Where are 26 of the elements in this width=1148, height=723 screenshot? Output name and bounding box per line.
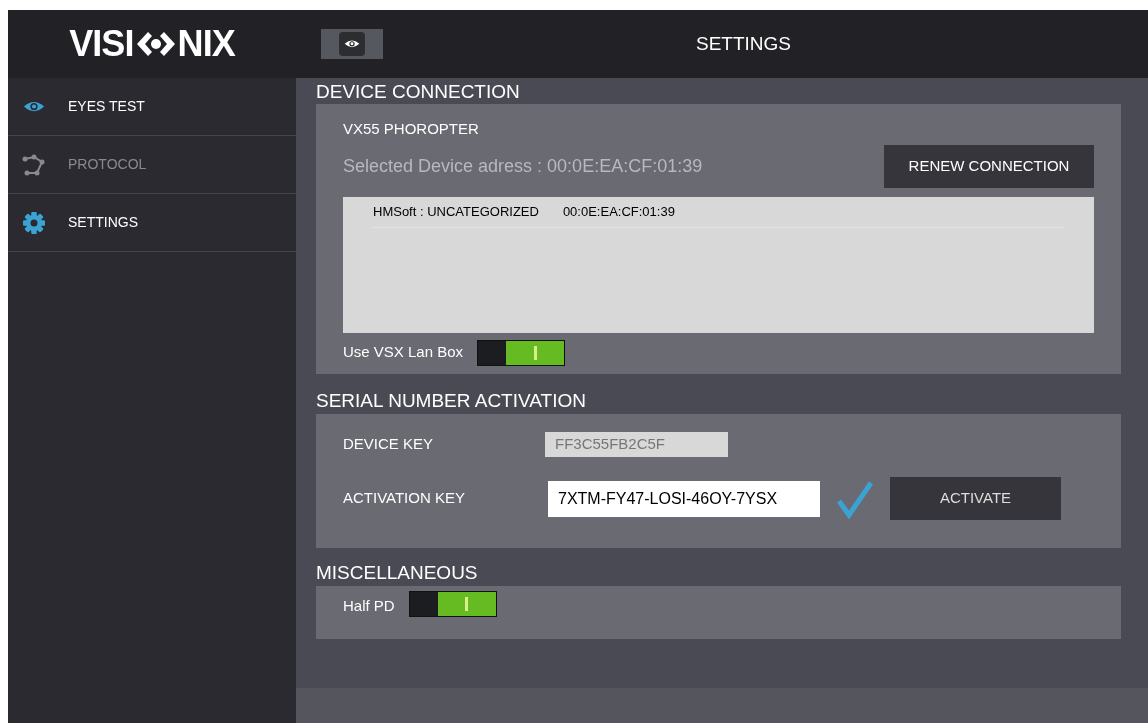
settings-icon [22, 210, 46, 235]
sidebar-item[interactable]: SETTINGS [8, 194, 296, 252]
sidebar-item[interactable]: EYES TEST [8, 78, 296, 136]
logo-text: VISI [69, 22, 134, 66]
renew-connection-button[interactable]: RENEW CONNECTION [884, 144, 1094, 188]
toggle-switch[interactable] [477, 339, 566, 366]
eye-button[interactable] [321, 29, 383, 59]
section-title: MISCELLANEOUS [316, 561, 479, 585]
device-key-field: FF3C55FB2C5F [545, 432, 728, 457]
toggle-label: Use VSX Lan Box [343, 342, 464, 363]
page-title: SETTINGS [696, 31, 791, 56]
toggle-label: Half PD [343, 596, 395, 616]
selected-address: Selected Device adress : 00:0E:EA:CF:01:39 [343, 154, 703, 178]
device-name: VX55 PHOROPTER [343, 119, 480, 139]
toggle-switch[interactable] [408, 591, 497, 617]
nodes-icon [22, 152, 46, 177]
activate-button[interactable]: ACTIVATE [890, 477, 1061, 520]
eye-icon [344, 39, 360, 49]
device-list-item[interactable]: HMSoft : UNCATEGORIZED 00:0E:EA:CF:01:39 [373, 201, 1064, 228]
field-label: ACTIVATION KEY [343, 488, 466, 509]
section-title: SERIAL NUMBER ACTIVATION [316, 389, 587, 413]
activation-key-field[interactable]: 7XTM-FY47-LOSI-46OY-7YSX [548, 480, 820, 517]
eye-icon [23, 99, 45, 114]
field-label: DEVICE KEY [343, 434, 435, 455]
logo-text: NIX [177, 22, 235, 66]
section-title: DEVICE CONNECTION [316, 80, 521, 104]
